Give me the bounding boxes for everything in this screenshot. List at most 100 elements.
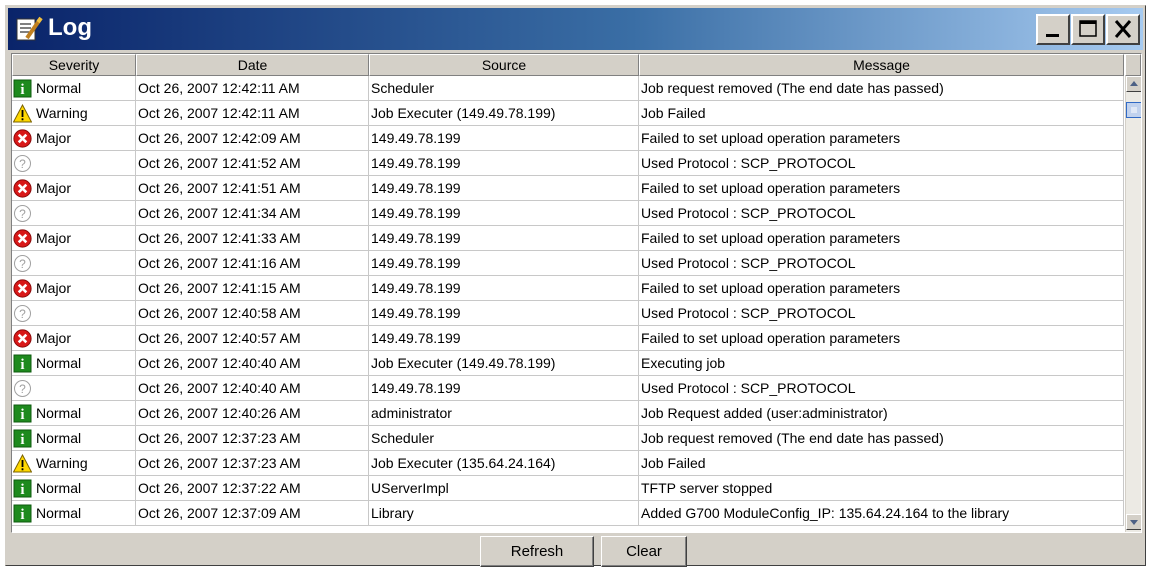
cell-source: 149.49.78.199 <box>369 301 639 326</box>
error-icon <box>13 129 32 148</box>
cell-date: Oct 26, 2007 12:37:09 AM <box>136 501 369 526</box>
svg-text:?: ? <box>19 157 26 171</box>
severity-label: Major <box>36 330 72 346</box>
close-button[interactable] <box>1106 14 1140 45</box>
arrow-down-icon <box>1130 520 1138 525</box>
info-icon: i <box>13 429 32 448</box>
table-row[interactable]: ? Oct 26, 2007 12:40:40 AM 149.49.78.199 Us… <box>12 376 1124 401</box>
close-icon <box>1114 20 1132 38</box>
cell-severity: ? <box>12 201 136 226</box>
minimize-button[interactable] <box>1036 14 1070 45</box>
cell-message: Failed to set upload operation parameter… <box>639 126 1124 151</box>
cell-message: Used Protocol : SCP_PROTOCOL <box>639 151 1124 176</box>
cell-message: Failed to set upload operation parameter… <box>639 226 1124 251</box>
table-row[interactable]: ? Oct 26, 2007 12:41:34 AM 149.49.78.199 Us… <box>12 201 1124 226</box>
unknown-icon: ? <box>14 305 31 322</box>
severity-label: Major <box>36 180 72 196</box>
column-header-severity[interactable]: Severity <box>12 54 136 76</box>
table-header: Severity Date Source Message <box>12 54 1124 76</box>
table-row[interactable]: Warning Oct 26, 2007 12:42:11 AM Job Execu… <box>12 101 1124 126</box>
table-row[interactable]: ? Oct 26, 2007 12:41:16 AM 149.49.78.199 Us… <box>12 251 1124 276</box>
table-row[interactable]: Major Oct 26, 2007 12:40:57 AM 149.49.78.1… <box>12 326 1124 351</box>
cell-severity: i Normal <box>12 76 136 101</box>
cell-source: Scheduler <box>369 426 639 451</box>
cell-date: Oct 26, 2007 12:41:33 AM <box>136 226 369 251</box>
column-header-source[interactable]: Source <box>369 54 639 76</box>
table-row[interactable]: i Normal Oct 26, 2007 12:40:40 AM Job Execu… <box>12 351 1124 376</box>
warning-icon <box>13 104 32 123</box>
info-icon: i <box>13 354 32 373</box>
cell-severity: i Normal <box>12 401 136 426</box>
table-row[interactable]: Major Oct 26, 2007 12:41:15 AM 149.49.78.1… <box>12 276 1124 301</box>
cell-message: Job Failed <box>639 451 1124 476</box>
log-window: Log Severity Date Source Message i Normal… <box>5 5 1146 567</box>
cell-message: Used Protocol : SCP_PROTOCOL <box>639 376 1124 401</box>
cell-severity: Major <box>12 226 136 251</box>
column-header-date[interactable]: Date <box>136 54 369 76</box>
svg-text:i: i <box>20 507 24 523</box>
log-table[interactable]: Severity Date Source Message i Normal Oct … <box>11 53 1142 533</box>
unknown-icon: ? <box>14 205 31 222</box>
svg-text:i: i <box>20 482 24 498</box>
table-row[interactable]: ? Oct 26, 2007 12:41:52 AM 149.49.78.199 Us… <box>12 151 1124 176</box>
cell-severity: Warning <box>12 101 136 126</box>
window-title: Log <box>48 14 92 41</box>
table-row[interactable]: i Normal Oct 26, 2007 12:37:23 AM Scheduler… <box>12 426 1124 451</box>
scroll-up-button[interactable] <box>1126 76 1141 92</box>
cell-source: Job Executer (149.49.78.199) <box>369 101 639 126</box>
severity-label: Major <box>36 230 72 246</box>
unknown-icon: ? <box>14 255 31 272</box>
table-row[interactable]: Major Oct 26, 2007 12:41:33 AM 149.49.78.1… <box>12 226 1124 251</box>
cell-message: Executing job <box>639 351 1124 376</box>
cell-date: Oct 26, 2007 12:41:52 AM <box>136 151 369 176</box>
cell-message: Job request removed (The end date has pa… <box>639 76 1124 101</box>
clear-button[interactable]: Clear <box>601 536 687 567</box>
info-icon: i <box>13 404 32 423</box>
info-icon: i <box>13 504 32 523</box>
cell-date: Oct 26, 2007 12:42:11 AM <box>136 101 369 126</box>
svg-text:i: i <box>20 432 24 448</box>
log-app-icon <box>16 16 43 41</box>
cell-severity: ? <box>12 301 136 326</box>
svg-text:?: ? <box>19 382 26 396</box>
error-icon <box>13 229 32 248</box>
cell-source: administrator <box>369 401 639 426</box>
cell-source: 149.49.78.199 <box>369 226 639 251</box>
cell-source: 149.49.78.199 <box>369 126 639 151</box>
cell-message: Used Protocol : SCP_PROTOCOL <box>639 301 1124 326</box>
column-header-message[interactable]: Message <box>639 54 1124 76</box>
table-row[interactable]: ? Oct 26, 2007 12:40:58 AM 149.49.78.199 Us… <box>12 301 1124 326</box>
title-bar[interactable]: Log <box>8 8 1143 50</box>
cell-source: 149.49.78.199 <box>369 376 639 401</box>
cell-date: Oct 26, 2007 12:40:40 AM <box>136 351 369 376</box>
cell-source: 149.49.78.199 <box>369 251 639 276</box>
table-row[interactable]: i Normal Oct 26, 2007 12:42:11 AM Scheduler… <box>12 76 1124 101</box>
severity-label: Normal <box>36 480 82 496</box>
table-row[interactable]: Major Oct 26, 2007 12:42:09 AM 149.49.78.1… <box>12 126 1124 151</box>
cell-source: Scheduler <box>369 76 639 101</box>
vertical-scrollbar[interactable] <box>1125 76 1141 532</box>
cell-source: 149.49.78.199 <box>369 276 639 301</box>
cell-source: 149.49.78.199 <box>369 201 639 226</box>
button-bar: Refresh Clear <box>11 533 1142 567</box>
table-row[interactable]: Warning Oct 26, 2007 12:37:23 AM Job Execu… <box>12 451 1124 476</box>
svg-text:?: ? <box>19 207 26 221</box>
cell-message: Job request removed (The end date has pa… <box>639 426 1124 451</box>
svg-text:?: ? <box>19 257 26 271</box>
cell-severity: Major <box>12 126 136 151</box>
table-row[interactable]: i Normal Oct 26, 2007 12:37:09 AM Library Ad… <box>12 501 1124 526</box>
table-row[interactable]: Major Oct 26, 2007 12:41:51 AM 149.49.78.1… <box>12 176 1124 201</box>
refresh-button[interactable]: Refresh <box>480 536 594 567</box>
cell-severity: i Normal <box>12 476 136 501</box>
cell-severity: i Normal <box>12 426 136 451</box>
svg-text:i: i <box>20 82 24 98</box>
table-row[interactable]: i Normal Oct 26, 2007 12:40:26 AM administr… <box>12 401 1124 426</box>
cell-message: Failed to set upload operation parameter… <box>639 276 1124 301</box>
severity-label: Normal <box>36 80 82 96</box>
scroll-thumb[interactable] <box>1126 102 1141 118</box>
scroll-down-button[interactable] <box>1126 514 1141 530</box>
table-row[interactable]: i Normal Oct 26, 2007 12:37:22 AM UServerIm… <box>12 476 1124 501</box>
cell-source: Job Executer (149.49.78.199) <box>369 351 639 376</box>
maximize-button[interactable] <box>1071 14 1105 45</box>
cell-message: Used Protocol : SCP_PROTOCOL <box>639 251 1124 276</box>
